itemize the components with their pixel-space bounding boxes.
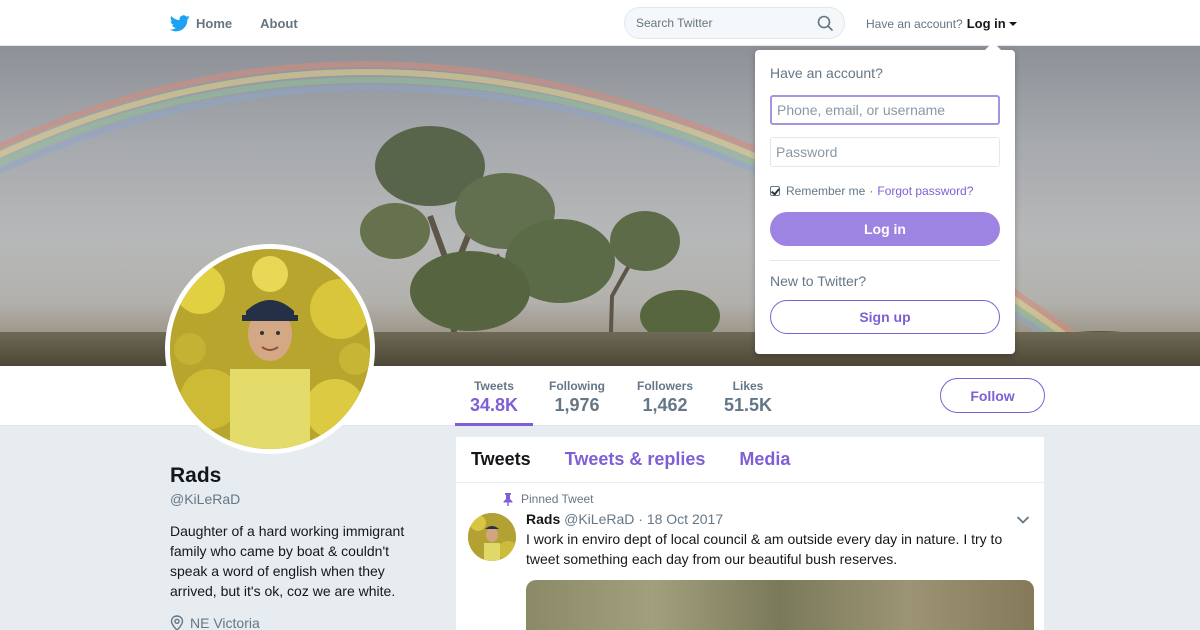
stat-following-label: Following [549,379,605,393]
username-field[interactable] [770,95,1000,125]
timeline: Tweets Tweets & replies Media Pinned Twe… [456,437,1044,630]
have-account-text: Have an account? [866,16,963,31]
tweet-author-handle[interactable]: @KiLeRaD [564,511,634,527]
caret-down-icon [1008,21,1017,26]
login-toggle-label: Log in [966,16,1006,31]
search-box [624,7,845,39]
stat-tweets[interactable]: Tweets 34.8K [455,366,533,426]
new-to-twitter-text: New to Twitter? [770,273,867,289]
follow-button[interactable]: Follow [940,378,1045,413]
stat-followers-value: 1,462 [642,395,688,415]
nav-home-label: Home [196,15,233,31]
stat-likes[interactable]: Likes 51.5K [718,366,778,426]
remember-me-checkbox[interactable] [770,186,780,196]
nav-about[interactable]: About [260,16,298,31]
tweet-avatar-photo [468,513,516,561]
tweet-header: Rads @KiLeRaD · 18 Oct 2017 [526,511,723,527]
tab-media[interactable]: Media [739,449,790,470]
nav-left: Home About [170,0,326,46]
tweet-date[interactable]: 18 Oct 2017 [647,511,723,527]
stat-followers[interactable]: Followers 1,462 [633,366,697,426]
tab-tweets[interactable]: Tweets [471,449,531,470]
profile-avatar[interactable] [165,244,375,454]
nav-home[interactable]: Home [170,14,233,32]
login-dropdown-toggle[interactable]: Log in [967,16,1017,31]
remember-me-label[interactable]: Remember me [786,184,865,198]
dropdown-divider [770,260,1000,261]
pinned-tweet-label: Pinned Tweet [503,492,594,506]
profile-bio: Daughter of a hard working immigrant fam… [170,523,405,599]
profile-name[interactable]: Rads [170,464,221,488]
avatar-photo [170,249,370,449]
search-input[interactable] [636,8,811,38]
tweet-text: I work in enviro dept of local council &… [526,531,1003,567]
nav-about-label: About [260,15,298,31]
profile-location-text: NE Victoria [190,615,260,630]
signup-button[interactable]: Sign up [770,300,1000,334]
have-account-area: Have an account? Log in [866,16,1017,31]
stat-tweets-value: 34.8K [469,395,519,415]
tweet-separator: · [638,511,643,527]
pinned-tweet-text: Pinned Tweet [521,492,594,506]
location-pin-icon [170,615,184,630]
stat-following[interactable]: Following 1,976 [545,366,609,426]
tweet-avatar[interactable] [468,513,516,561]
search-icon[interactable] [817,15,834,32]
password-field[interactable] [770,137,1000,167]
tweet-author-name[interactable]: Rads [526,511,560,527]
stat-following-value: 1,976 [554,395,600,415]
timeline-tabs: Tweets Tweets & replies Media [456,437,1044,483]
stat-followers-label: Followers [636,379,693,393]
stat-likes-label: Likes [732,379,764,393]
tab-tweets-and-replies[interactable]: Tweets & replies [565,449,706,470]
login-dropdown: Have an account? Remember me · Forgot pa… [755,42,1015,354]
twitter-bird-icon [170,14,190,31]
pin-icon [503,492,513,506]
profile-handle[interactable]: @KiLeRaD [170,491,240,507]
remember-separator: · [869,184,874,198]
tweet-media-image[interactable] [526,580,1034,630]
stat-likes-value: 51.5K [723,395,773,415]
stat-tweets-label: Tweets [474,379,514,393]
chevron-down-icon[interactable] [1016,515,1030,525]
top-navigation-bar: Home About Have an account? Log in [0,0,1200,46]
login-button[interactable]: Log in [770,212,1000,246]
login-dropdown-title: Have an account? [770,65,883,81]
profile-location: NE Victoria [170,615,260,630]
remember-row: Remember me · Forgot password? [770,184,973,198]
forgot-password-link[interactable]: Forgot password? [877,184,973,198]
